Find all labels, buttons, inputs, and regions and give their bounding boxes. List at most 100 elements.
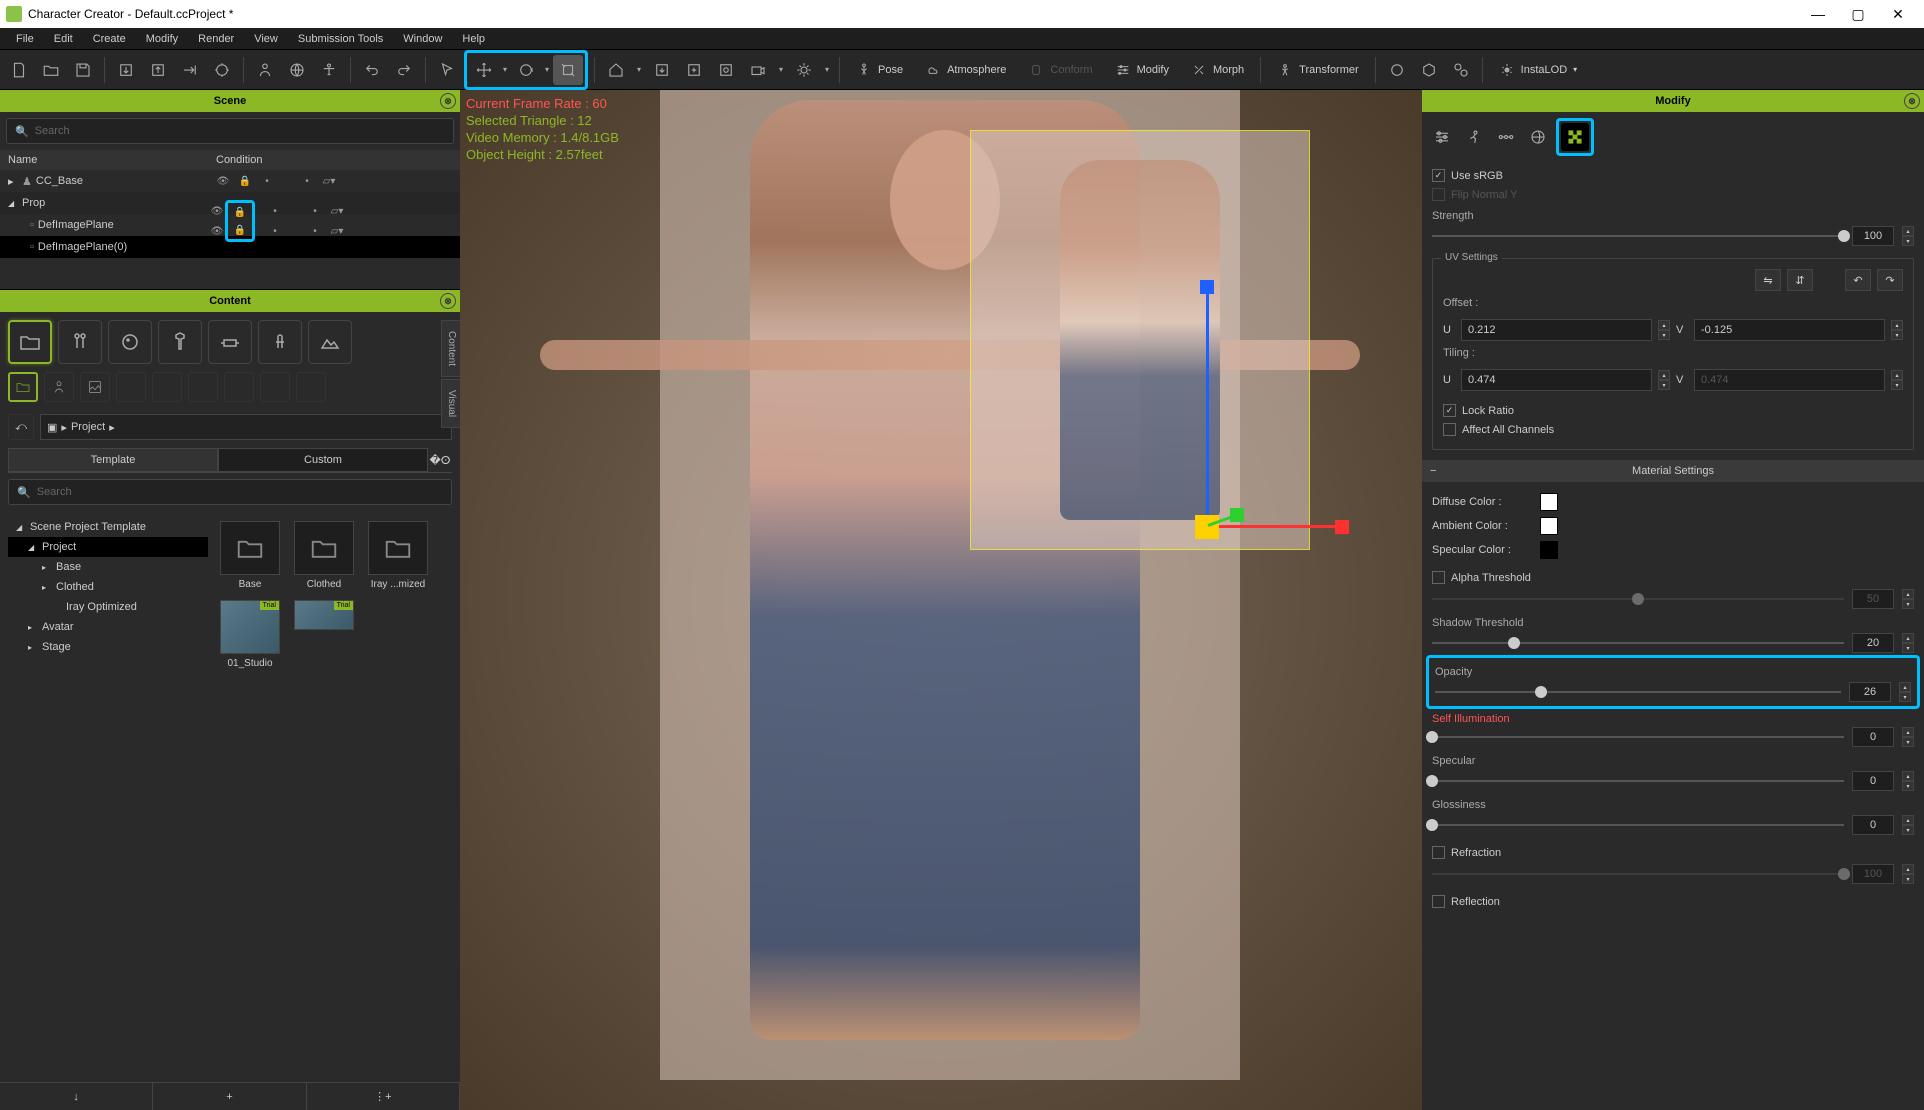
uv-flip-h-icon[interactable]: ⇋ [1755, 269, 1781, 291]
offset-u-input[interactable] [1461, 319, 1652, 341]
menu-modify[interactable]: Modify [136, 31, 188, 47]
material-settings-header[interactable]: − Material Settings [1422, 460, 1924, 482]
menu-help[interactable]: Help [452, 31, 495, 47]
ambient-color-row[interactable]: Ambient Color : [1432, 514, 1914, 538]
specular-slider[interactable] [1432, 780, 1844, 782]
scene-row-ccbase[interactable]: ▸♟CC_Base 👁 🔒 • • ▱▾ [0, 170, 460, 192]
scene-close-icon[interactable]: ⊗ [440, 93, 456, 109]
globe-icon[interactable] [282, 55, 312, 85]
menu-file[interactable]: File [6, 31, 44, 47]
conform-button[interactable]: Conform [1018, 62, 1102, 78]
scale-tool-icon[interactable] [553, 55, 583, 85]
morph-button[interactable]: Morph [1181, 62, 1254, 78]
instalod-button[interactable]: InstaLOD▾ [1489, 62, 1587, 78]
frame-rotate-icon[interactable] [711, 55, 741, 85]
camera-drop[interactable]: ▾ [775, 55, 787, 85]
import-icon[interactable] [111, 55, 141, 85]
lock-ratio-checkbox[interactable]: Lock Ratio [1443, 401, 1903, 420]
uv-rotate-cw-icon[interactable]: ↷ [1877, 269, 1903, 291]
smallbar-folder-icon[interactable] [8, 372, 38, 402]
menu-edit[interactable]: Edit [44, 31, 83, 47]
modify-tab-texture-icon[interactable] [1561, 123, 1589, 151]
tree-item[interactable]: ▸Avatar [8, 617, 208, 637]
diffuse-color-row[interactable]: Diffuse Color : [1432, 490, 1914, 514]
more-icon[interactable]: ▱▾ [322, 174, 336, 188]
glossiness-slider[interactable] [1432, 824, 1844, 826]
smallbar-image-icon[interactable] [80, 372, 110, 402]
glossiness-value[interactable] [1852, 815, 1894, 835]
modify-tab-constraint-icon[interactable] [1492, 123, 1520, 151]
self-illum-value[interactable] [1852, 727, 1894, 747]
menu-create[interactable]: Create [83, 31, 136, 47]
menu-view[interactable]: View [244, 31, 288, 47]
frame-down-icon[interactable] [647, 55, 677, 85]
alpha-threshold-checkbox[interactable]: Alpha Threshold [1432, 568, 1914, 587]
export-arrow-icon[interactable] [175, 55, 205, 85]
tree-item[interactable]: Iray Optimized [8, 597, 208, 617]
self-illum-slider[interactable] [1432, 736, 1844, 738]
dot2-icon[interactable]: • [300, 174, 314, 188]
move-tool-icon[interactable] [469, 55, 499, 85]
specular-swatch[interactable] [1540, 541, 1558, 559]
bottombar-plus-icon[interactable]: + [153, 1083, 306, 1110]
smallbar-empty6[interactable] [296, 372, 326, 402]
transform-gizmo[interactable] [1150, 280, 1350, 550]
tab-template[interactable]: Template [8, 448, 218, 472]
offset-v-input[interactable] [1694, 319, 1885, 341]
specular-color-row[interactable]: Specular Color : [1432, 538, 1914, 562]
primitive-icon[interactable] [1382, 55, 1412, 85]
uv-rotate-ccw-icon[interactable]: ↶ [1845, 269, 1871, 291]
lock-icon[interactable]: 🔒 [230, 222, 250, 238]
home-drop[interactable]: ▾ [633, 55, 645, 85]
new-file-icon[interactable] [4, 55, 34, 85]
undo-icon[interactable] [357, 55, 387, 85]
content-cat-skin-icon[interactable] [108, 320, 152, 364]
breadcrumb-path[interactable]: ▣ ▸ Project ▸ [40, 414, 452, 440]
gizmo-x-axis[interactable] [1219, 525, 1339, 528]
reflection-checkbox[interactable]: Reflection [1432, 892, 1914, 911]
maximize-button[interactable]: ▢ [1838, 0, 1878, 28]
side-tab-visual[interactable]: Visual [441, 379, 462, 428]
grid-item-base[interactable]: Base [218, 521, 282, 590]
dot-icon[interactable]: • [260, 174, 274, 188]
grid-item-preview[interactable]: Trial [292, 600, 356, 669]
specular-spinner[interactable]: ▴▾ [1902, 771, 1914, 791]
lock-icon[interactable]: 🔒 [230, 204, 250, 220]
gizmo-center-handle[interactable] [1195, 515, 1219, 539]
smallbar-empty4[interactable] [224, 372, 254, 402]
glossiness-spinner[interactable]: ▴▾ [1902, 815, 1914, 835]
tiling-u-spinner[interactable]: ▴▾ [1658, 370, 1670, 390]
scene-search-input[interactable]: 🔍 Search [6, 118, 454, 144]
frame-plus-icon[interactable] [679, 55, 709, 85]
content-cat-cloth-icon[interactable] [158, 320, 202, 364]
menu-window[interactable]: Window [393, 31, 452, 47]
smallbar-person-icon[interactable] [44, 372, 74, 402]
export-icon[interactable] [143, 55, 173, 85]
content-cat-folder-icon[interactable] [8, 320, 52, 364]
smallbar-empty3[interactable] [188, 372, 218, 402]
tab-options-icon[interactable]: �ⵙ [428, 448, 452, 472]
modify-button[interactable]: Modify [1105, 62, 1179, 78]
content-cat-acc-icon[interactable] [208, 320, 252, 364]
gizmo-x-handle[interactable] [1335, 520, 1349, 534]
grid-item-01-studio[interactable]: Trial 01_Studio [218, 600, 282, 669]
redo-icon[interactable] [389, 55, 419, 85]
breadcrumb-back-icon[interactable]: ⤺ [8, 414, 34, 440]
uv-flip-v-icon[interactable]: ⇵ [1787, 269, 1813, 291]
opacity-slider[interactable] [1435, 691, 1841, 693]
pose-button[interactable]: Pose [846, 62, 913, 78]
atmosphere-button[interactable]: Atmosphere [915, 62, 1016, 78]
gizmo-z-handle[interactable] [1200, 280, 1214, 294]
strength-value[interactable] [1852, 226, 1894, 246]
offset-v-spinner[interactable]: ▴▾ [1891, 320, 1903, 340]
grid-item-iray[interactable]: Iray ...mized [366, 521, 430, 590]
render-icon[interactable] [207, 55, 237, 85]
side-tab-content[interactable]: Content [441, 320, 462, 377]
primitive3-icon[interactable] [1446, 55, 1476, 85]
primitive2-icon[interactable] [1414, 55, 1444, 85]
light-drop[interactable]: ▾ [821, 55, 833, 85]
camera-icon[interactable] [743, 55, 773, 85]
select-arrow-icon[interactable] [432, 55, 462, 85]
rotate-tool-drop[interactable]: ▾ [541, 55, 553, 85]
tree-item[interactable]: ▸Clothed [8, 577, 208, 597]
